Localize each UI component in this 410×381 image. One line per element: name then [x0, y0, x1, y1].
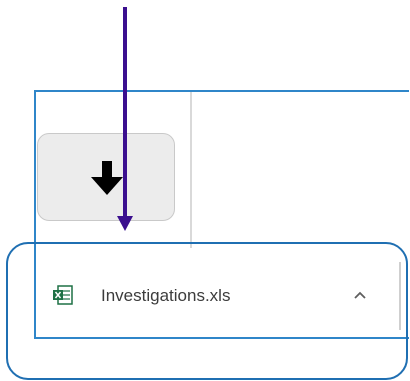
- download-item[interactable]: Investigations.xls: [37, 255, 397, 335]
- download-bar-region: Investigations.xls: [0, 0, 410, 381]
- shelf-divider: [190, 92, 192, 248]
- excel-file-icon: [53, 285, 73, 305]
- download-file-name: Investigations.xls: [101, 286, 231, 305]
- item-divider: [399, 262, 401, 330]
- chevron-up-icon[interactable]: [350, 285, 370, 305]
- show-downloads-button[interactable]: [37, 133, 175, 221]
- down-arrow-icon: [91, 161, 123, 195]
